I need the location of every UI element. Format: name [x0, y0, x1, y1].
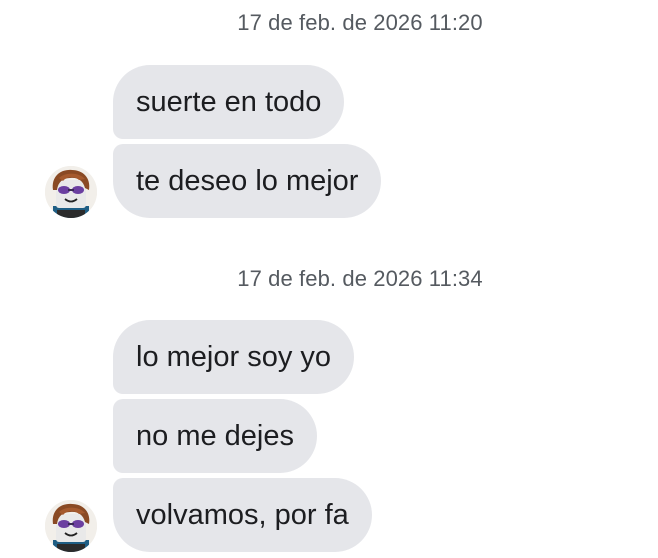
message-text: lo mejor soy yo	[136, 341, 332, 373]
avatar[interactable]	[45, 166, 97, 218]
timestamp: 17 de feb. de 2026 11:20	[237, 10, 483, 35]
message-bubble[interactable]: no me dejes	[113, 399, 317, 473]
message-text: te deseo lo mejor	[136, 165, 359, 197]
message-bubble[interactable]: suerte en todo	[113, 65, 345, 139]
avatar[interactable]	[45, 500, 97, 552]
message-text: suerte en todo	[136, 86, 322, 118]
message-text: no me dejes	[136, 420, 294, 452]
message-bubble[interactable]: lo mejor soy yo	[113, 320, 355, 394]
roblox-avatar-icon	[45, 500, 97, 552]
timestamp: 17 de feb. de 2026 11:34	[237, 266, 483, 291]
roblox-avatar-icon	[45, 166, 97, 218]
message-bubble[interactable]: te deseo lo mejor	[113, 144, 382, 218]
message-text: volvamos, por fa	[136, 499, 349, 531]
message-bubble[interactable]: volvamos, por fa	[113, 478, 372, 552]
